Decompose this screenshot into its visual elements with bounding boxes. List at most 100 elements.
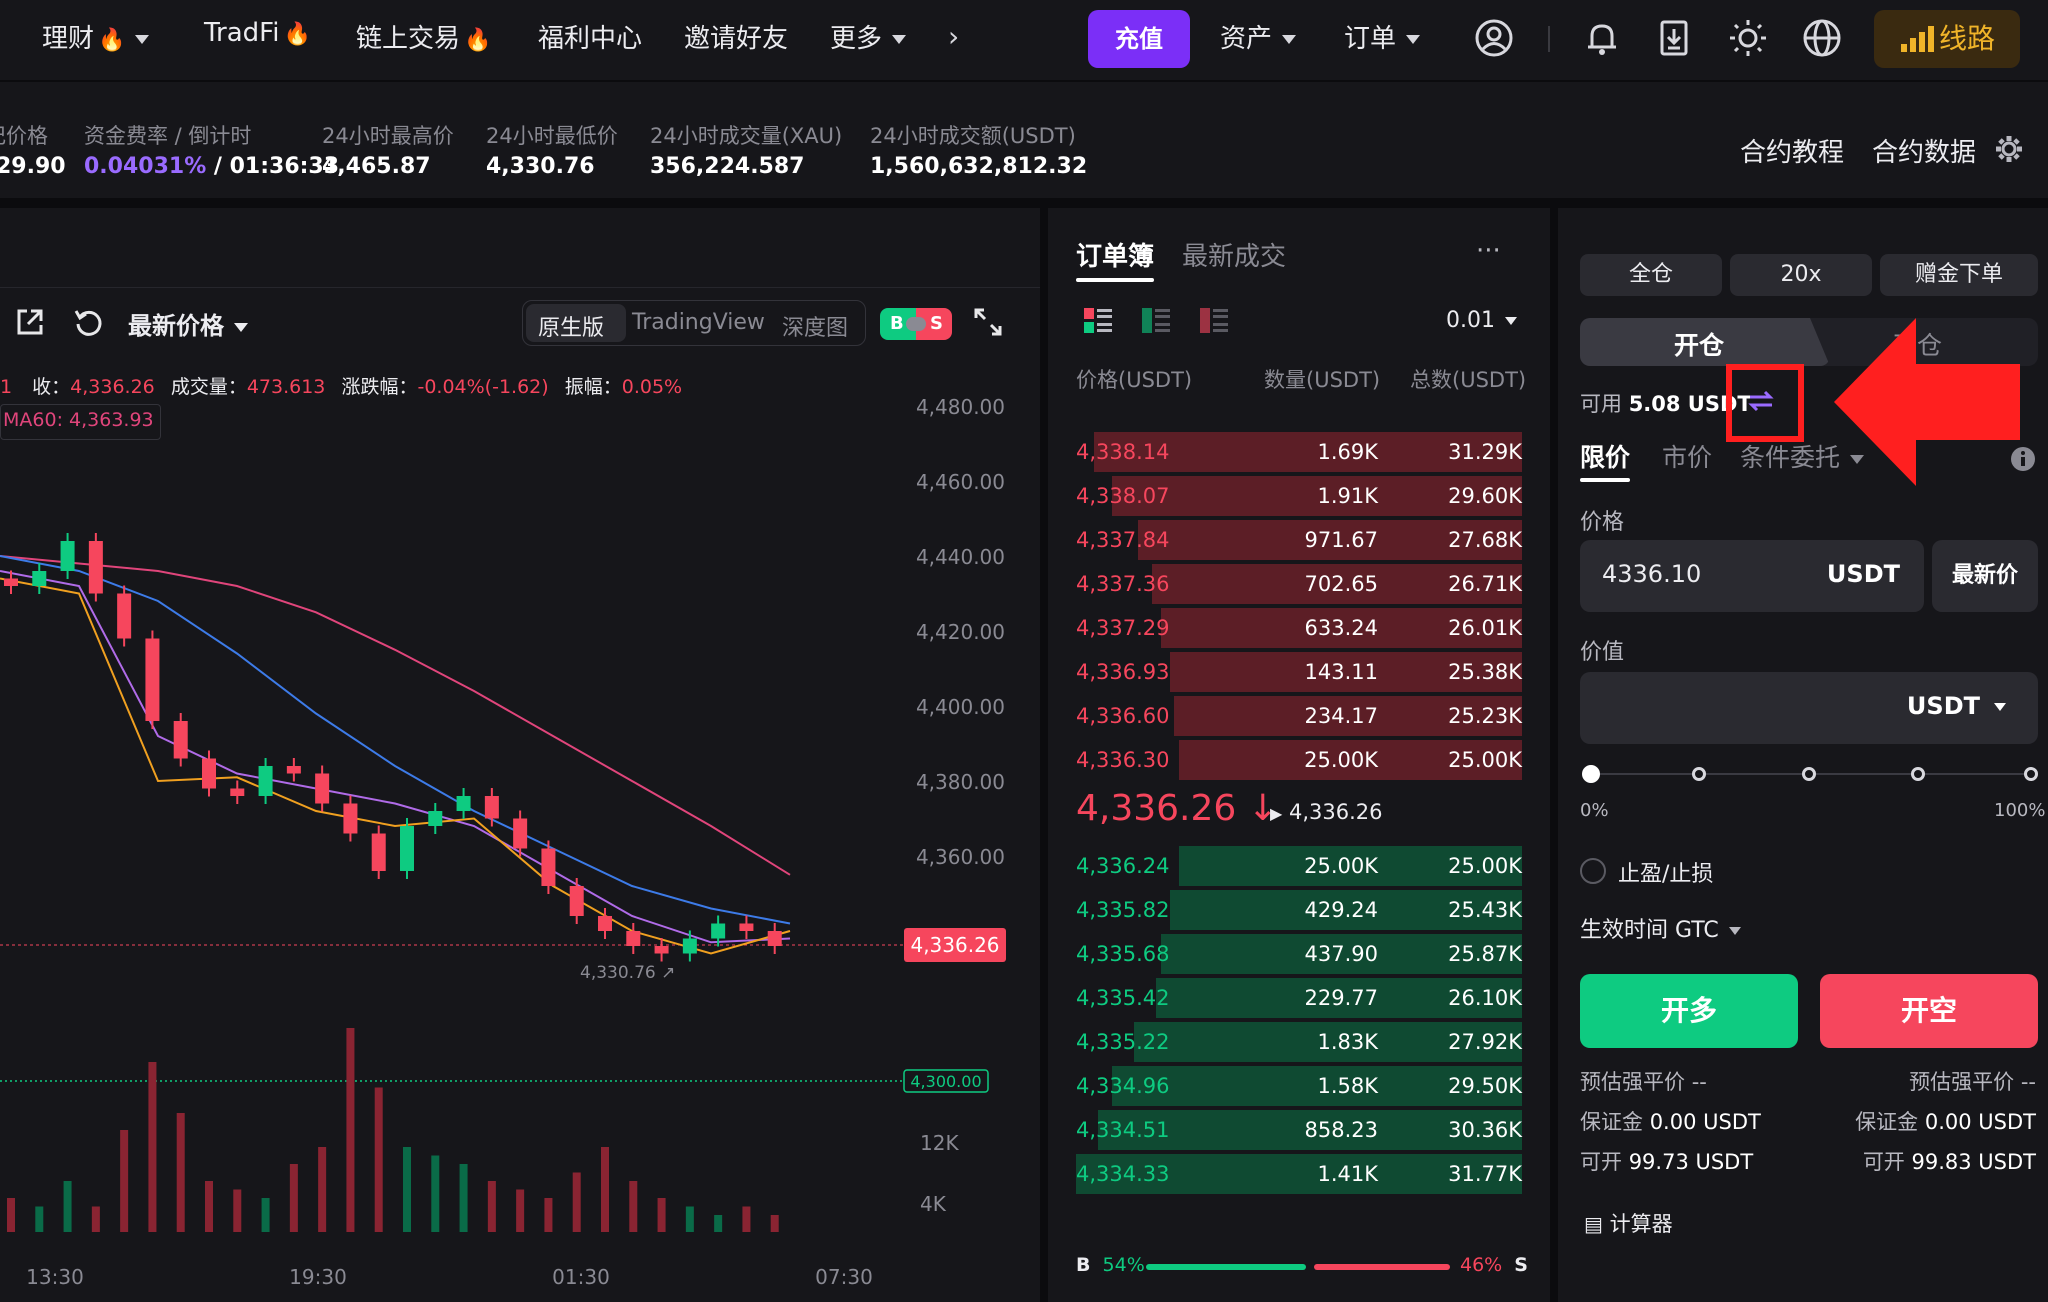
volume-bar (120, 1130, 129, 1232)
slider-stop-25[interactable] (1692, 767, 1706, 781)
tpsl-checkbox[interactable] (1580, 858, 1606, 884)
slider-stop-75[interactable] (1911, 767, 1925, 781)
nav-item-0[interactable]: 理财 🔥 (42, 18, 150, 55)
recharge-button[interactable]: 充值 (1088, 10, 1190, 68)
notification-bell-icon[interactable] (1580, 16, 1624, 60)
price-input[interactable]: 4336.10 USDT (1580, 540, 1924, 612)
ask-row[interactable]: 4,336.93 143.11 25.38K (1076, 652, 1522, 692)
calculator-button[interactable]: ▤ 计算器 (1584, 1208, 1673, 1238)
info-icon[interactable] (2010, 446, 2036, 472)
language-globe-icon[interactable] (1800, 16, 1844, 60)
price-chart[interactable]: 4,480.00 4,460.00 4,440.00 4,420.00 4,400.00… (0, 380, 1040, 1302)
value-unit-dropdown[interactable]: USDT (1907, 692, 2006, 720)
price-unit: USDT (1826, 560, 1900, 588)
ask-row[interactable]: 4,338.14 1.69K 31.29K (1076, 432, 1522, 472)
bid-row[interactable]: 4,334.51 858.23 30.36K (1076, 1110, 1522, 1150)
orderbook-bids-view-icon[interactable] (1142, 308, 1170, 334)
bid-row[interactable]: 4,335.22 1.83K 27.92K (1076, 1022, 1522, 1062)
chart-view-native-tab[interactable]: 原生版 (538, 310, 604, 342)
network-route-button[interactable]: 线路 (1874, 10, 2020, 68)
nav-orders-menu[interactable]: 订单 (1344, 18, 1421, 55)
ask-price: 4,337.29 (1076, 616, 1170, 640)
chart-view-depth-tab[interactable]: 深度图 (782, 310, 848, 342)
bid-qty: 1.41K (1317, 1162, 1378, 1186)
fullscreen-icon[interactable] (972, 306, 1004, 338)
alert-price-tag: 4,300.00 (910, 1072, 981, 1091)
funding-rate-label: 资金费率 / 倒计时 (84, 124, 252, 148)
amount-slider-thumb[interactable] (1582, 765, 1600, 783)
volume-bar (318, 1147, 327, 1232)
user-account-icon[interactable] (1472, 16, 1516, 60)
price-axis-tick: 4,460.00 (916, 470, 1005, 494)
theme-toggle-sun-icon[interactable] (1726, 16, 1770, 60)
bid-row[interactable]: 4,335.68 437.90 25.87K (1076, 934, 1522, 974)
bonus-order-button[interactable]: 赠金下单 (1880, 254, 2038, 296)
short-liq-price: 预估强平价 -- (1909, 1066, 2036, 1096)
nav-item-4[interactable]: 邀请好友 (684, 18, 788, 55)
margin-mode-button[interactable]: 全仓 (1580, 254, 1722, 296)
volume-bar (403, 1147, 411, 1232)
chart-view-tradingview-tab[interactable]: TradingView (632, 310, 765, 335)
short-openable: 可开 99.83 USDT (1863, 1146, 2036, 1176)
candle-body (569, 886, 584, 916)
precision-value: 0.01 (1446, 308, 1495, 333)
nav-item-1[interactable]: TradFi 🔥 (204, 18, 311, 48)
candle-body (230, 788, 245, 796)
ask-qty: 143.11 (1304, 660, 1378, 684)
value-input[interactable]: USDT (1580, 672, 2038, 744)
bid-row[interactable]: 4,335.82 429.24 25.43K (1076, 890, 1522, 930)
value-unit: USDT (1906, 692, 1980, 720)
bid-row[interactable]: 4,336.24 25.00K 25.00K (1076, 846, 1522, 886)
candle-body (315, 773, 330, 804)
order-type-limit-tab[interactable]: 限价 (1580, 438, 1630, 474)
leverage-button[interactable]: 20x (1730, 254, 1872, 296)
open-long-button[interactable]: 开多 (1580, 974, 1798, 1048)
refresh-icon[interactable] (72, 306, 104, 338)
orderbook-asks-view-icon[interactable] (1200, 308, 1228, 334)
download-app-icon[interactable] (1652, 16, 1696, 60)
time-in-force-dropdown[interactable]: 生效时间 GTC (1580, 912, 1741, 944)
settings-gear-icon[interactable] (1994, 134, 2024, 164)
last-price-tag: 4,336.26 (910, 933, 999, 957)
nav-assets-menu[interactable]: 资产 (1220, 18, 1297, 55)
nav-item-2[interactable]: 链上交易 🔥 (356, 18, 491, 55)
orderbook-more-icon[interactable]: ··· (1476, 236, 1501, 266)
orderbook-tab[interactable]: 订单簿 (1076, 236, 1154, 273)
slider-stop-50[interactable] (1802, 767, 1816, 781)
open-short-button[interactable]: 开空 (1820, 974, 2038, 1048)
popout-external-icon[interactable] (14, 306, 46, 338)
ask-row[interactable]: 4,336.60 234.17 25.23K (1076, 696, 1522, 736)
order-type-market-tab[interactable]: 市价 (1662, 438, 1712, 474)
contract-tutorial-link[interactable]: 合约教程 (1740, 132, 1844, 169)
price-type-dropdown[interactable]: 最新价格 (128, 306, 248, 341)
buy-sell-marker-toggle[interactable]: B S (880, 308, 952, 340)
bid-row[interactable]: 4,334.96 1.58K 29.50K (1076, 1066, 1522, 1106)
slider-stop-100[interactable] (2024, 767, 2038, 781)
transfer-swap-icon[interactable] (1746, 388, 1776, 414)
bid-row[interactable]: 4,335.42 229.77 26.10K (1076, 978, 1522, 1018)
ask-row[interactable]: 4,338.07 1.91K 29.60K (1076, 476, 1522, 516)
ask-qty: 234.17 (1304, 704, 1378, 728)
open-position-tab[interactable]: 开仓 (1674, 326, 1724, 362)
orderbook-both-view-icon[interactable] (1084, 308, 1112, 334)
long-open-label: 可开 (1580, 1150, 1622, 1174)
latest-trades-tab[interactable]: 最新成交 (1182, 236, 1286, 273)
precision-dropdown[interactable]: 0.01 (1446, 308, 1517, 333)
volume-bar (572, 1172, 581, 1232)
ask-row[interactable]: 4,337.84 971.67 27.68K (1076, 520, 1522, 560)
ask-row[interactable]: 4,336.30 25.00K 25.00K (1076, 740, 1522, 780)
nav-item-label: 理财 (42, 24, 95, 54)
order-type-conditional-tab[interactable]: 条件委托 (1740, 438, 1865, 474)
contract-data-link[interactable]: 合约数据 (1872, 132, 1976, 169)
nav-scroll-right-icon[interactable]: › (948, 20, 959, 53)
latest-price-button[interactable]: 最新价 (1932, 540, 2038, 612)
bid-price: 4,335.22 (1076, 1030, 1170, 1054)
low-24h-value: 4,330.76 (486, 154, 595, 179)
ask-row[interactable]: 4,337.29 633.24 26.01K (1076, 608, 1522, 648)
ask-row[interactable]: 4,337.36 702.65 26.71K (1076, 564, 1522, 604)
bid-price: 4,335.68 (1076, 942, 1170, 966)
funding-separator: / (206, 154, 230, 179)
nav-item-3[interactable]: 福利中心 (538, 18, 642, 55)
nav-item-5[interactable]: 更多 (830, 18, 907, 55)
bid-row[interactable]: 4,334.33 1.41K 31.77K (1076, 1154, 1522, 1194)
